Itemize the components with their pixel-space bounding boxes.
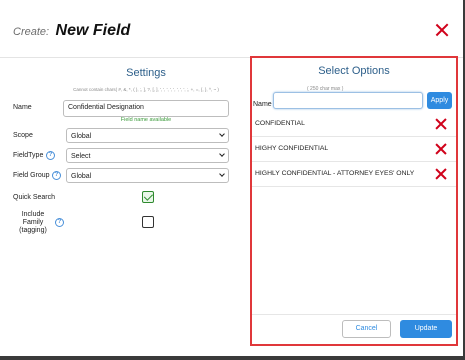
settings-heading: Settings (126, 67, 166, 79)
option-item-label: HIGHY CONFIDENTIAL (255, 145, 329, 152)
select-options-heading: Select Options (318, 65, 390, 77)
name-availability-status: Field name available (120, 117, 172, 123)
fieldgroup-help-icon[interactable]: ? (52, 171, 61, 180)
fieldgroup-label: Field Group (13, 172, 50, 179)
delete-option-icon[interactable] (435, 168, 447, 180)
chevron-down-icon (219, 131, 225, 137)
name-label: Name (13, 104, 32, 111)
fieldtype-label: FieldType (13, 152, 44, 159)
include-family-label: Include Family (tagging) (19, 211, 47, 234)
delete-option-icon[interactable] (435, 118, 447, 130)
delete-option-icon[interactable] (435, 143, 447, 155)
include-family-checkbox[interactable] (142, 216, 154, 228)
option-item-label: CONFIDENTIAL (255, 120, 305, 127)
chevron-down-icon (219, 151, 225, 157)
option-item[interactable]: HIGHY CONFIDENTIAL (252, 137, 456, 162)
option-item[interactable]: CONFIDENTIAL (252, 112, 456, 137)
scope-label: Scope (13, 132, 33, 139)
scope-select-value: Global (71, 133, 92, 140)
scope-select[interactable]: Global (66, 128, 229, 143)
fieldgroup-select[interactable]: Global (66, 168, 229, 183)
cancel-button[interactable]: Cancel (342, 320, 391, 338)
quicksearch-label: Quick Search (13, 194, 56, 201)
apply-button[interactable]: Apply (427, 92, 452, 109)
fieldtype-select-value: Select (71, 153, 91, 160)
fieldtype-help-icon[interactable]: ? (46, 151, 55, 160)
options-footer: Cancel Update (252, 314, 456, 344)
chevron-down-icon (219, 171, 225, 177)
modal-header: Create: New Field (0, 0, 463, 58)
fieldtype-select[interactable]: Select (66, 148, 229, 163)
name-char-hint: Cannot contain chars( #, &, *, ( ), ;, ]… (73, 87, 219, 92)
option-item-label: HIGHLY CONFIDENTIAL - ATTORNEY EYES' ONL… (255, 170, 415, 177)
include-family-help-icon[interactable]: ? (55, 218, 64, 227)
update-button[interactable]: Update (400, 320, 452, 338)
fieldgroup-select-value: Global (71, 173, 92, 180)
modal-title: Create: New Field (13, 22, 130, 40)
title-prefix: Create: (13, 26, 50, 38)
title-main: New Field (55, 22, 131, 39)
option-name-label: Name (253, 101, 272, 108)
quicksearch-checkbox[interactable] (142, 191, 154, 203)
create-field-modal: Create: New Field Settings Cannot contai… (0, 0, 463, 356)
option-item[interactable]: HIGHLY CONFIDENTIAL - ATTORNEY EYES' ONL… (252, 162, 456, 187)
close-icon[interactable] (435, 23, 449, 37)
select-options-panel: Select Options ( 250 char max ) Name App… (250, 56, 458, 346)
option-name-input[interactable] (273, 92, 423, 109)
field-name-input[interactable]: Confidential Designation (63, 100, 229, 117)
